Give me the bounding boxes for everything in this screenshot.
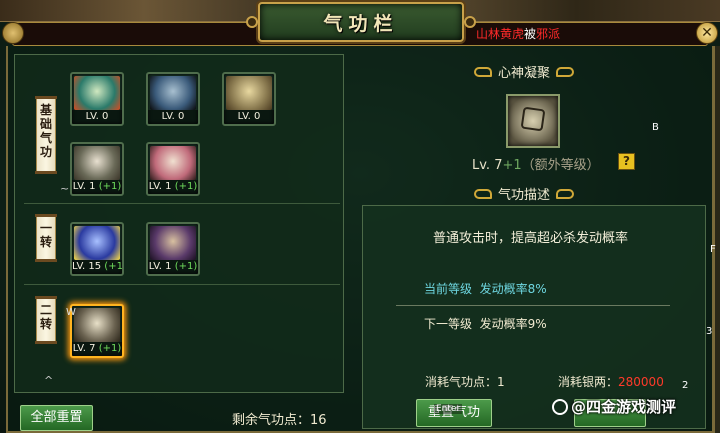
skill-name: 心神凝聚 — [498, 66, 551, 81]
skill-slot[interactable]: LV. 0 — [146, 72, 200, 126]
category-basic: 基础气功 — [35, 96, 57, 174]
swirl-ornament-icon — [556, 188, 575, 199]
left-knob-icon — [2, 22, 24, 44]
spirit-seal-icon — [74, 308, 120, 342]
game-stage: 山林黄虎被邪派 ✕ 气功栏 基础气功 一转 二转 LV. 0 LV. 0 LV.… — [0, 0, 720, 433]
description-header: 气功描述 — [474, 184, 575, 203]
swirl-ornament-icon — [556, 66, 575, 77]
overlay-char: 2 — [682, 380, 689, 391]
lightning-orb-icon — [74, 226, 120, 260]
overlay-char: F — [710, 244, 716, 255]
skill-name-header: 心神凝聚 — [474, 62, 575, 81]
next-level-info: 下一等级 发动概率9% — [424, 317, 547, 331]
row-divider — [24, 203, 340, 204]
skill-slot-selected[interactable]: LV. 7 (+1) — [70, 304, 124, 358]
watermark: @四金游戏测评 — [552, 396, 676, 417]
current-level-info: 当前等级 发动概率8% — [424, 282, 547, 296]
reset-all-button[interactable]: 全部重置 — [20, 405, 93, 431]
golden-hand-icon — [226, 76, 272, 110]
skill-level: Lv. 7+1（额外等级） — [472, 158, 600, 173]
skill-slot[interactable]: LV. 15 (+1) — [70, 222, 124, 276]
watermark-logo-icon — [552, 398, 568, 415]
description-title: 气功描述 — [498, 188, 551, 203]
selected-skill-icon — [506, 94, 560, 148]
skill-description: 普通攻击时，提高超必杀发动概率 — [433, 231, 629, 246]
overlay-char: 3 — [706, 326, 713, 337]
overlay-char: B — [652, 122, 659, 133]
row-marker: ~ — [60, 182, 70, 195]
plaque-ornament-icon — [464, 16, 476, 28]
skill-slot[interactable]: LV. 1 (+1) — [146, 222, 200, 276]
row-marker: ^ — [44, 374, 54, 387]
spirit-seal-icon — [520, 106, 546, 132]
level-separator — [396, 305, 670, 306]
cursor-marker: W — [66, 307, 76, 318]
close-button[interactable]: ✕ — [696, 22, 718, 44]
help-button[interactable]: ? — [618, 153, 635, 170]
window-title: 气功栏 — [323, 12, 399, 35]
swirl-ornament-icon — [474, 188, 492, 199]
claw-grip-icon — [150, 226, 196, 260]
row-divider — [24, 284, 340, 285]
skill-slot[interactable]: LV. 0 — [222, 72, 276, 126]
cost-qigong-points: 消耗气功点：1 — [425, 375, 505, 389]
crossed-blades-icon — [150, 76, 196, 110]
category-second-rebirth: 二转 — [35, 296, 57, 344]
warrior-portrait-icon — [150, 146, 196, 180]
skill-slot[interactable]: LV. 1 (+1) — [146, 142, 200, 196]
skill-slot[interactable]: LV. 1 (+1) — [70, 142, 124, 196]
window-edge-bar — [714, 46, 720, 433]
remaining-points: 剩余气功点：16 — [232, 413, 327, 428]
enter-key-hint: Enter — [434, 404, 463, 414]
plaque-ornament-icon — [246, 16, 258, 28]
system-notice: 山林黄虎被邪派 — [476, 27, 561, 41]
white-hair-icon — [74, 146, 120, 180]
category-first-rebirth: 一转 — [35, 214, 57, 262]
window-title-plaque: 气功栏 — [246, 2, 476, 42]
orange-fruit-icon — [74, 76, 120, 110]
skill-slot[interactable]: LV. 0 — [70, 72, 124, 126]
swirl-ornament-icon — [474, 66, 492, 77]
cost-silver: 消耗银两：280000 — [558, 375, 664, 389]
